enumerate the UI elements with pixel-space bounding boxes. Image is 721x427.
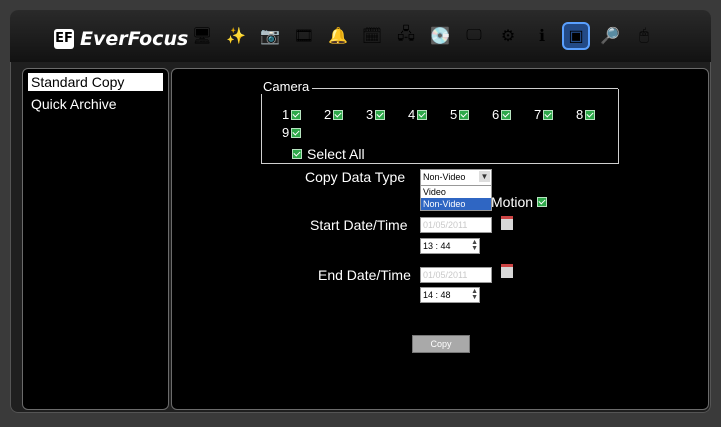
display-icon[interactable]: 🖵	[462, 24, 486, 48]
sidebar-item-quick-archive[interactable]: Quick Archive	[28, 95, 163, 113]
camera-checkbox-9[interactable]: 9	[282, 125, 302, 140]
check-icon	[375, 109, 386, 120]
check-icon	[291, 127, 302, 138]
end-date-field[interactable]: 01/05/2011	[420, 267, 492, 283]
camera-group: Camera 1 2 3 4 5 6 7 8 9 Select All	[260, 79, 619, 164]
info-icon[interactable]: ℹ	[530, 24, 554, 48]
camera-group-border	[262, 88, 618, 89]
camera-icon[interactable]: 📷	[258, 24, 282, 48]
top-toolbar: EF EverFocus 🖥 ✨ 📷 🎞 🔔 🗓 🖧 💽 🖵 ⚙ ℹ ▣ 🔎 🖱	[10, 10, 711, 62]
sidebar-item-standard-copy[interactable]: Standard Copy	[28, 73, 163, 91]
wand-icon[interactable]: ✨	[224, 24, 248, 48]
camera-number: 4	[408, 107, 416, 122]
mouse-icon[interactable]: 🖱	[632, 24, 656, 48]
chevron-down-icon: ▼	[479, 171, 490, 182]
monitor-icon[interactable]: 🖥	[190, 24, 214, 48]
calendar-icon[interactable]	[501, 216, 513, 230]
schedule-icon[interactable]: 🗓	[360, 24, 384, 48]
copy-backup-icon[interactable]: ▣	[564, 24, 588, 48]
option-video[interactable]: Video	[421, 186, 491, 198]
camera-number: 3	[366, 107, 374, 122]
spinner-icon[interactable]: ▲ ▼	[471, 239, 478, 252]
camera-checkbox-5[interactable]: 5	[450, 107, 470, 122]
start-time-value: 13 : 44	[423, 241, 451, 251]
copy-button[interactable]: Copy	[412, 335, 470, 353]
camera-checkbox-3[interactable]: 3	[366, 107, 386, 122]
camera-number: 9	[282, 125, 290, 140]
camera-number: 2	[324, 107, 332, 122]
icon-toolbar: 🖥 ✨ 📷 🎞 🔔 🗓 🖧 💽 🖵 ⚙ ℹ ▣ 🔎 🖱	[190, 24, 656, 48]
start-date-field[interactable]: 01/05/2011	[420, 217, 492, 233]
camera-checkbox-2[interactable]: 2	[324, 107, 344, 122]
copy-data-type-label: Copy Data Type	[305, 169, 406, 185]
sidebar: Standard Copy Quick Archive	[22, 68, 169, 410]
camera-number: 1	[282, 107, 290, 122]
copy-data-type-options: Video Non-Video	[420, 185, 492, 211]
camera-checkbox-1[interactable]: 1	[282, 107, 302, 122]
end-date-time-label: End Date/Time	[318, 267, 411, 283]
option-non-video[interactable]: Non-Video	[421, 198, 491, 210]
start-time-field[interactable]: 13 : 44 ▲ ▼	[420, 238, 480, 254]
dvr-window: EF EverFocus 🖥 ✨ 📷 🎞 🔔 🗓 🖧 💽 🖵 ⚙ ℹ ▣ 🔎 🖱 Standard Cop…	[10, 10, 711, 413]
camera-group-title: Camera	[260, 79, 313, 94]
logo-mark-icon: EF	[54, 29, 74, 49]
check-icon	[291, 109, 302, 120]
end-time-field[interactable]: 14 : 48 ▲ ▼	[420, 287, 480, 303]
everfocus-logo: EF EverFocus	[54, 28, 188, 50]
film-reel-icon[interactable]: 🎞	[292, 24, 316, 48]
camera-checkbox-8[interactable]: 8	[576, 107, 596, 122]
check-icon	[543, 109, 554, 120]
settings-gears-icon[interactable]: ⚙	[496, 24, 520, 48]
copy-settings-panel: Camera 1 2 3 4 5 6 7 8 9 Select All Copy Data Ty…	[171, 68, 709, 410]
motion-checkbox[interactable]	[537, 197, 547, 207]
camera-number: 7	[534, 107, 542, 122]
camera-checkbox-7[interactable]: 7	[534, 107, 554, 122]
copy-data-type-select[interactable]: Non-Video ▼	[420, 169, 492, 186]
calendar-icon[interactable]	[501, 264, 513, 278]
check-icon	[501, 109, 512, 120]
check-icon	[417, 109, 428, 120]
bell-icon[interactable]: 🔔	[326, 24, 350, 48]
check-icon	[585, 109, 596, 120]
end-time-value: 14 : 48	[423, 290, 451, 300]
network-icon[interactable]: 🖧	[394, 24, 418, 48]
brand-name: EverFocus	[80, 28, 189, 50]
copy-data-type-value: Non-Video	[423, 172, 466, 182]
camera-number: 6	[492, 107, 500, 122]
camera-checkbox-6[interactable]: 6	[492, 107, 512, 122]
search-log-icon[interactable]: 🔎	[598, 24, 622, 48]
motion-label: Motion	[491, 194, 534, 210]
start-date-time-label: Start Date/Time	[310, 217, 408, 233]
disk-icon[interactable]: 💽	[428, 24, 452, 48]
check-icon	[292, 149, 302, 159]
check-icon	[333, 109, 344, 120]
camera-number: 5	[450, 107, 458, 122]
camera-number: 8	[576, 107, 584, 122]
spinner-icon[interactable]: ▲ ▼	[471, 288, 478, 301]
select-all-checkbox[interactable]: Select All	[292, 146, 365, 162]
select-all-label: Select All	[307, 146, 365, 162]
check-icon	[459, 109, 470, 120]
camera-checkbox-4[interactable]: 4	[408, 107, 428, 122]
